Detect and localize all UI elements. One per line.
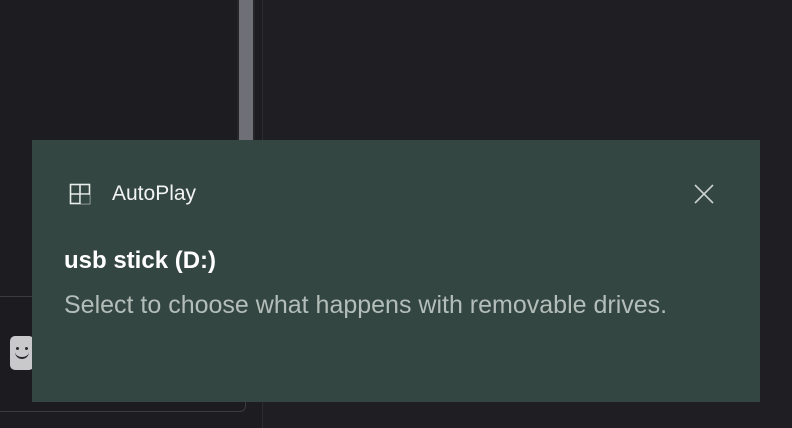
toast-title: usb stick (D:) <box>64 247 217 274</box>
toast-header: AutoPlay <box>68 182 196 206</box>
autoplay-icon <box>69 183 91 205</box>
autoplay-toast[interactable]: AutoPlay usb stick (D:) Select to choose… <box>32 140 760 402</box>
smiley-icon <box>10 336 34 370</box>
close-button[interactable] <box>686 176 722 212</box>
close-icon <box>694 184 714 204</box>
toast-body: Select to choose what happens with remov… <box>64 291 668 319</box>
desktop: AutoPlay usb stick (D:) Select to choose… <box>0 0 792 428</box>
background-scrollbar-thumb[interactable] <box>239 0 253 150</box>
toast-app-name: AutoPlay <box>112 182 197 205</box>
